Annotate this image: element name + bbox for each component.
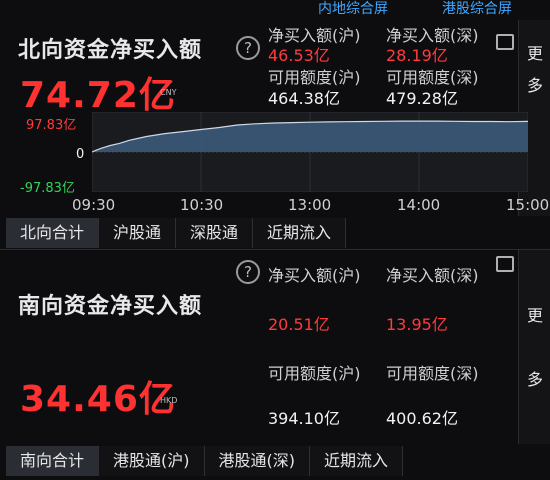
south-net-buy-sh-label: 净买入额(沪) [268, 266, 361, 285]
tab-hk-connect-sz[interactable]: 港股通(深) [204, 446, 311, 476]
link-hk-screen[interactable]: 港股综合屏 [442, 0, 512, 18]
south-more-sidebar[interactable]: 更 多 [518, 250, 550, 444]
south-net-buy-sz-value: 13.95亿 [386, 315, 448, 334]
x-tick-1500: 15:00 [506, 196, 550, 214]
tab-sh-connect[interactable]: 沪股通 [99, 218, 177, 248]
south-tab-bar: 南向合计 港股通(沪) 港股通(深) 近期流入 [6, 446, 404, 476]
y-tick-bottom: -97.83亿 [20, 181, 75, 196]
north-more-label-1: 更 [527, 44, 544, 63]
south-net-buy-sz-label: 净买入额(深) [386, 266, 479, 285]
y-tick-top: 97.83亿 [26, 118, 77, 133]
tab-hk-connect-sh[interactable]: 港股通(沪) [99, 446, 205, 476]
x-tick-1300: 13:00 [288, 196, 332, 214]
north-flow-chart [92, 112, 528, 192]
panel-divider [0, 249, 550, 250]
south-panel-title: 南向资金净买入额 [18, 294, 203, 319]
north-net-buy-sz-value: 28.19亿 [386, 46, 448, 65]
tab-south-total[interactable]: 南向合计 [6, 446, 100, 476]
south-net-buy-sh-value: 20.51亿 [268, 315, 330, 334]
north-net-buy-sh-value: 46.53亿 [268, 46, 330, 65]
north-help-icon[interactable]: ? [236, 36, 260, 60]
north-more-label-2: 多 [527, 76, 544, 95]
south-more-label-2: 多 [527, 370, 544, 389]
north-share-icon[interactable] [496, 34, 514, 50]
south-quota-sz-label: 可用额度(深) [386, 364, 479, 383]
x-tick-1030: 10:30 [180, 196, 224, 214]
y-tick-zero: 0 [76, 147, 85, 162]
south-share-icon[interactable] [496, 256, 514, 272]
south-more-label-1: 更 [527, 306, 544, 325]
south-quota-sh-label: 可用额度(沪) [268, 364, 361, 383]
x-tick-0930: 09:30 [72, 196, 116, 214]
north-tab-bar: 北向合计 沪股通 深股通 近期流入 [6, 218, 347, 248]
south-quota-sh-value: 394.10亿 [268, 409, 340, 428]
x-tick-1400: 14:00 [397, 196, 441, 214]
north-currency-unit: CNY [160, 88, 177, 97]
tab-south-recent-inflow[interactable]: 近期流入 [310, 446, 404, 476]
link-mainland-screen[interactable]: 内地综合屏 [318, 0, 388, 18]
south-currency-unit: HKD [160, 396, 178, 405]
south-quota-sz-value: 400.62亿 [386, 409, 458, 428]
tab-north-total[interactable]: 北向合计 [6, 218, 100, 248]
north-quota-sh-value: 464.38亿 [268, 89, 340, 108]
tab-north-recent-inflow[interactable]: 近期流入 [253, 218, 347, 248]
north-panel-title: 北向资金净买入额 [18, 38, 203, 63]
north-quota-sz-value: 479.28亿 [386, 89, 458, 108]
north-total-value: 74.72亿 [20, 75, 176, 116]
tab-sz-connect[interactable]: 深股通 [176, 218, 254, 248]
south-total-value: 34.46亿 [20, 379, 176, 420]
south-help-icon[interactable]: ? [236, 260, 260, 284]
